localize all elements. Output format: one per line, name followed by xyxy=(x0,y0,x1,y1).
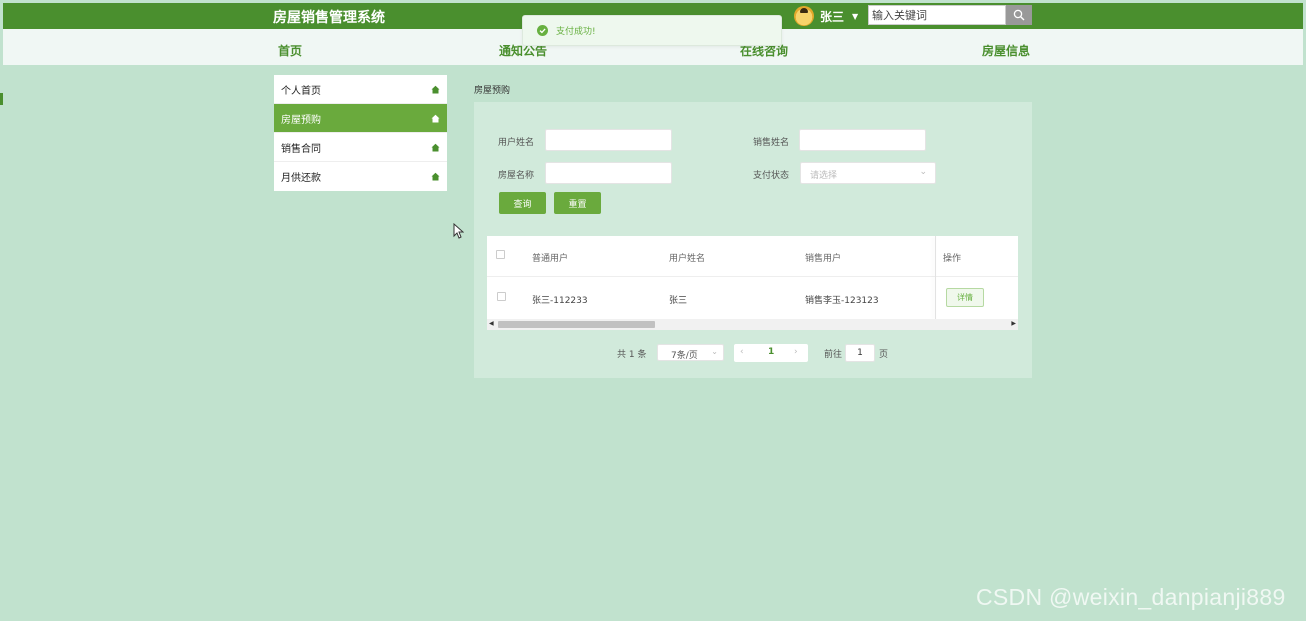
row-checkbox[interactable] xyxy=(497,292,506,301)
search-icon xyxy=(1013,9,1025,21)
reset-button[interactable]: 重置 xyxy=(554,192,601,214)
horizontal-scrollbar[interactable]: ◀ ▶ xyxy=(487,319,1018,330)
scroll-right-icon[interactable]: ▶ xyxy=(1011,320,1016,327)
sidebar-item-label: 销售合同 xyxy=(281,143,321,155)
pay-status-label: 支付状态 xyxy=(753,171,790,181)
pay-status-placeholder: 请选择 xyxy=(810,171,838,181)
home-icon xyxy=(431,172,440,181)
edge-strip xyxy=(0,93,3,105)
sidebar-item-label: 房屋预购 xyxy=(281,114,321,126)
pager-box: ‹ 1 › xyxy=(734,344,808,362)
fixed-column-divider xyxy=(935,236,936,320)
goto-suffix: 页 xyxy=(879,350,889,360)
sidebar-item-label: 月供还款 xyxy=(281,173,321,184)
user-menu[interactable]: 张三 ▼ xyxy=(794,6,858,26)
watermark: CSDN @weixin_danpianji889 xyxy=(976,584,1286,610)
cell-user: 张三-112233 xyxy=(532,296,588,306)
app-title: 房屋销售管理系统 xyxy=(273,10,385,26)
sidebar-item-repayment[interactable]: 月供还款 xyxy=(274,162,447,191)
house-name-input[interactable] xyxy=(545,162,672,184)
select-all-checkbox[interactable] xyxy=(496,250,505,259)
prev-page-icon[interactable]: ‹ xyxy=(740,347,744,357)
sidebar-item-profile[interactable]: 个人首页 xyxy=(274,75,447,104)
nav-item-home[interactable]: 首页 xyxy=(278,42,302,59)
sidebar-menu: 个人首页 房屋预购 销售合同 月供还款 xyxy=(274,75,447,191)
sales-name-label: 销售姓名 xyxy=(753,138,790,148)
success-toast: 支付成功! xyxy=(522,15,782,46)
sidebar-item-contract[interactable]: 销售合同 xyxy=(274,133,447,162)
row-divider xyxy=(487,276,1018,277)
home-icon xyxy=(431,85,440,93)
search-button[interactable] xyxy=(1006,5,1032,25)
toast-message: 支付成功! xyxy=(556,27,596,37)
home-icon xyxy=(431,143,440,151)
nav-item-houses[interactable]: 房屋信息 xyxy=(982,42,1030,59)
cell-sales-user: 销售李玉-123123 xyxy=(805,296,879,306)
house-name-label: 房屋名称 xyxy=(498,171,535,181)
search-input[interactable] xyxy=(868,5,1006,25)
caret-down-icon[interactable]: ▼ xyxy=(852,12,858,21)
user-name[interactable]: 张三 xyxy=(820,8,844,25)
user-name-label: 用户姓名 xyxy=(498,138,535,148)
pay-status-select[interactable]: 请选择 ⌄ xyxy=(800,162,936,184)
scrollbar-thumb[interactable] xyxy=(498,321,655,328)
sidebar-item-label: 个人首页 xyxy=(281,85,321,97)
total-count: 共 1 条 xyxy=(617,350,647,360)
goto-prefix: 前往 xyxy=(824,350,843,360)
cell-user-name: 张三 xyxy=(669,296,688,306)
breadcrumb: 房屋预购 xyxy=(474,86,511,96)
user-name-input[interactable] xyxy=(545,129,672,151)
chevron-down-icon: ⌄ xyxy=(711,347,718,356)
query-button[interactable]: 查询 xyxy=(499,192,546,214)
page-size-value: 7条/页 xyxy=(671,351,698,361)
chevron-down-icon: ⌄ xyxy=(919,167,927,177)
sales-name-input[interactable] xyxy=(799,129,926,151)
column-header: 用户姓名 xyxy=(669,254,706,264)
goto-page-input[interactable]: 1 xyxy=(845,344,875,362)
column-header: 操作 xyxy=(943,254,962,264)
current-page[interactable]: 1 xyxy=(768,347,774,357)
page-size-select[interactable]: 7条/页 ⌄ xyxy=(657,344,724,361)
column-header: 普通用户 xyxy=(532,254,569,264)
check-circle-icon xyxy=(537,25,548,36)
scroll-left-icon[interactable]: ◀ xyxy=(489,320,494,327)
home-icon xyxy=(431,114,440,122)
avatar[interactable] xyxy=(794,6,814,26)
content-panel: 用户姓名 销售姓名 房屋名称 支付状态 请选择 ⌄ 查询 重置 普通用户 用户姓… xyxy=(474,102,1032,378)
detail-button[interactable]: 详情 xyxy=(946,288,984,307)
column-header: 销售用户 xyxy=(805,254,842,264)
next-page-icon[interactable]: › xyxy=(794,347,798,357)
mouse-cursor-icon xyxy=(453,223,464,239)
sidebar-item-presale[interactable]: 房屋预购 xyxy=(274,104,447,133)
presale-table: 普通用户 用户姓名 销售用户 操作 张三-112233 张三 销售李玉-1231… xyxy=(487,236,1018,330)
